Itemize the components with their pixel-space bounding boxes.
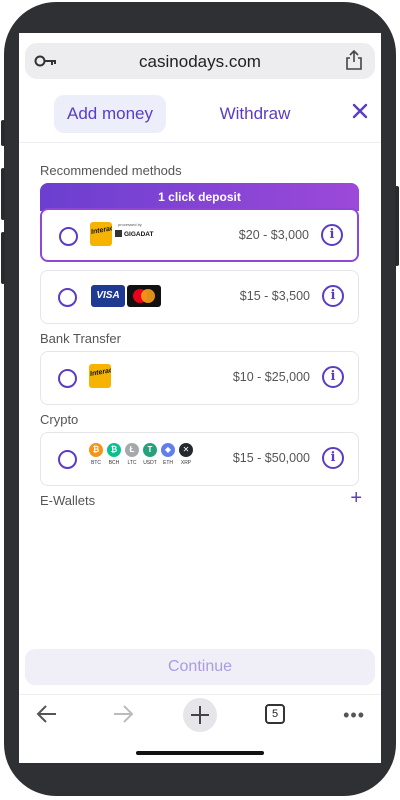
url-text: casinodays.com bbox=[139, 52, 261, 71]
mute-switch bbox=[1, 120, 5, 146]
method-range: $15 - $3,500 bbox=[239, 289, 310, 303]
volume-down-button bbox=[1, 232, 5, 284]
radio-button[interactable] bbox=[58, 369, 77, 388]
close-icon[interactable] bbox=[352, 103, 368, 124]
share-icon[interactable] bbox=[345, 49, 363, 76]
more-dots-icon[interactable]: ••• bbox=[343, 705, 365, 726]
section-label-recommended: Recommended methods bbox=[40, 163, 182, 178]
radio-button[interactable] bbox=[58, 450, 77, 469]
section-label-bank-transfer: Bank Transfer bbox=[40, 331, 121, 346]
forward-arrow-icon[interactable] bbox=[111, 703, 135, 730]
tabs-count-button[interactable]: 5 bbox=[265, 704, 285, 724]
method-range: $20 - $3,000 bbox=[238, 228, 309, 242]
info-icon[interactable]: i bbox=[322, 366, 344, 388]
power-button bbox=[395, 186, 399, 266]
radio-button[interactable] bbox=[58, 288, 77, 307]
usdt-icon: T bbox=[143, 443, 157, 457]
interac-logo-text: Interac bbox=[90, 225, 112, 236]
method-card-interac-gigadat[interactable]: Interac processed by GIGADAT $20 - $3,00… bbox=[40, 208, 359, 262]
one-click-deposit-ribbon: 1 click deposit bbox=[40, 183, 359, 211]
btc-icon: ₿ bbox=[89, 443, 103, 457]
info-icon[interactable]: i bbox=[322, 285, 344, 307]
tab-withdraw[interactable]: Withdraw bbox=[205, 95, 305, 133]
continue-button[interactable]: Continue bbox=[25, 649, 375, 685]
browser-toolbar: 5 ••• bbox=[19, 694, 381, 734]
method-card-interac[interactable]: Interac $10 - $25,000 i bbox=[40, 351, 359, 405]
radio-button[interactable] bbox=[59, 227, 78, 246]
gigadat-logo-text: GIGADAT bbox=[124, 231, 154, 238]
coin-label: XRP bbox=[180, 460, 192, 466]
back-arrow-icon[interactable] bbox=[35, 703, 59, 730]
info-icon[interactable]: i bbox=[321, 224, 343, 246]
address-bar[interactable]: casinodays.com bbox=[25, 43, 375, 79]
xrp-icon: ✕ bbox=[179, 443, 193, 457]
volume-up-button bbox=[1, 168, 5, 220]
gigadat-logo: processed by GIGADAT bbox=[114, 222, 154, 244]
method-range: $15 - $50,000 bbox=[232, 451, 310, 465]
expand-ewallets-plus-icon[interactable]: + bbox=[350, 488, 362, 508]
interac-logo-text: Interac bbox=[89, 367, 111, 378]
eth-icon: ◆ bbox=[161, 443, 175, 457]
mastercard-logo bbox=[127, 285, 161, 307]
tab-add-money[interactable]: Add money bbox=[54, 95, 166, 133]
interac-logo: Interac bbox=[89, 364, 111, 388]
bch-icon: ₿ bbox=[107, 443, 121, 457]
info-icon[interactable]: i bbox=[322, 447, 344, 469]
interac-logo: Interac bbox=[90, 222, 112, 246]
gigadat-caption: processed by bbox=[118, 222, 142, 227]
method-range: $10 - $25,000 bbox=[232, 370, 310, 384]
method-card-crypto[interactable]: ₿ BTC ₿ BCH Ł LTC T USDT ◆ ETH ✕ XRP $15… bbox=[40, 432, 359, 486]
ltc-icon: Ł bbox=[125, 443, 139, 457]
phone-screen: casinodays.com Add money Withdraw Recomm… bbox=[19, 33, 381, 763]
method-card-cards[interactable]: VISA $15 - $3,500 i bbox=[40, 270, 359, 324]
payment-header: Add money Withdraw bbox=[19, 91, 381, 143]
home-indicator bbox=[136, 751, 264, 755]
visa-logo: VISA bbox=[91, 285, 125, 307]
new-tab-button[interactable] bbox=[183, 698, 217, 732]
section-label-ewallets[interactable]: E-Wallets bbox=[40, 493, 95, 508]
section-label-crypto: Crypto bbox=[40, 412, 79, 427]
